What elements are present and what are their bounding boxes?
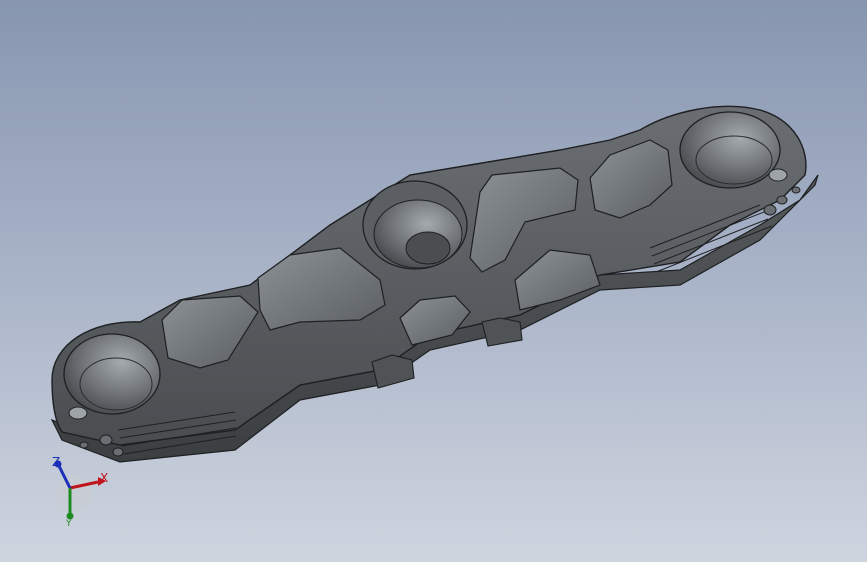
3d-model[interactable] (0, 0, 867, 562)
left-bore (63, 333, 161, 415)
triad-sphere (56, 476, 92, 512)
right-bore (679, 111, 781, 189)
z-axis-label: Z (52, 455, 61, 469)
lower-tab-2 (481, 317, 523, 347)
center-bore-hole (405, 231, 451, 265)
orientation-triad[interactable]: Z X Y (40, 452, 120, 532)
x-axis-label: X (100, 471, 109, 485)
y-axis-label: Y (66, 519, 72, 529)
lower-tab-1 (371, 354, 415, 389)
graphics-viewport[interactable]: Z X Y (0, 0, 867, 562)
